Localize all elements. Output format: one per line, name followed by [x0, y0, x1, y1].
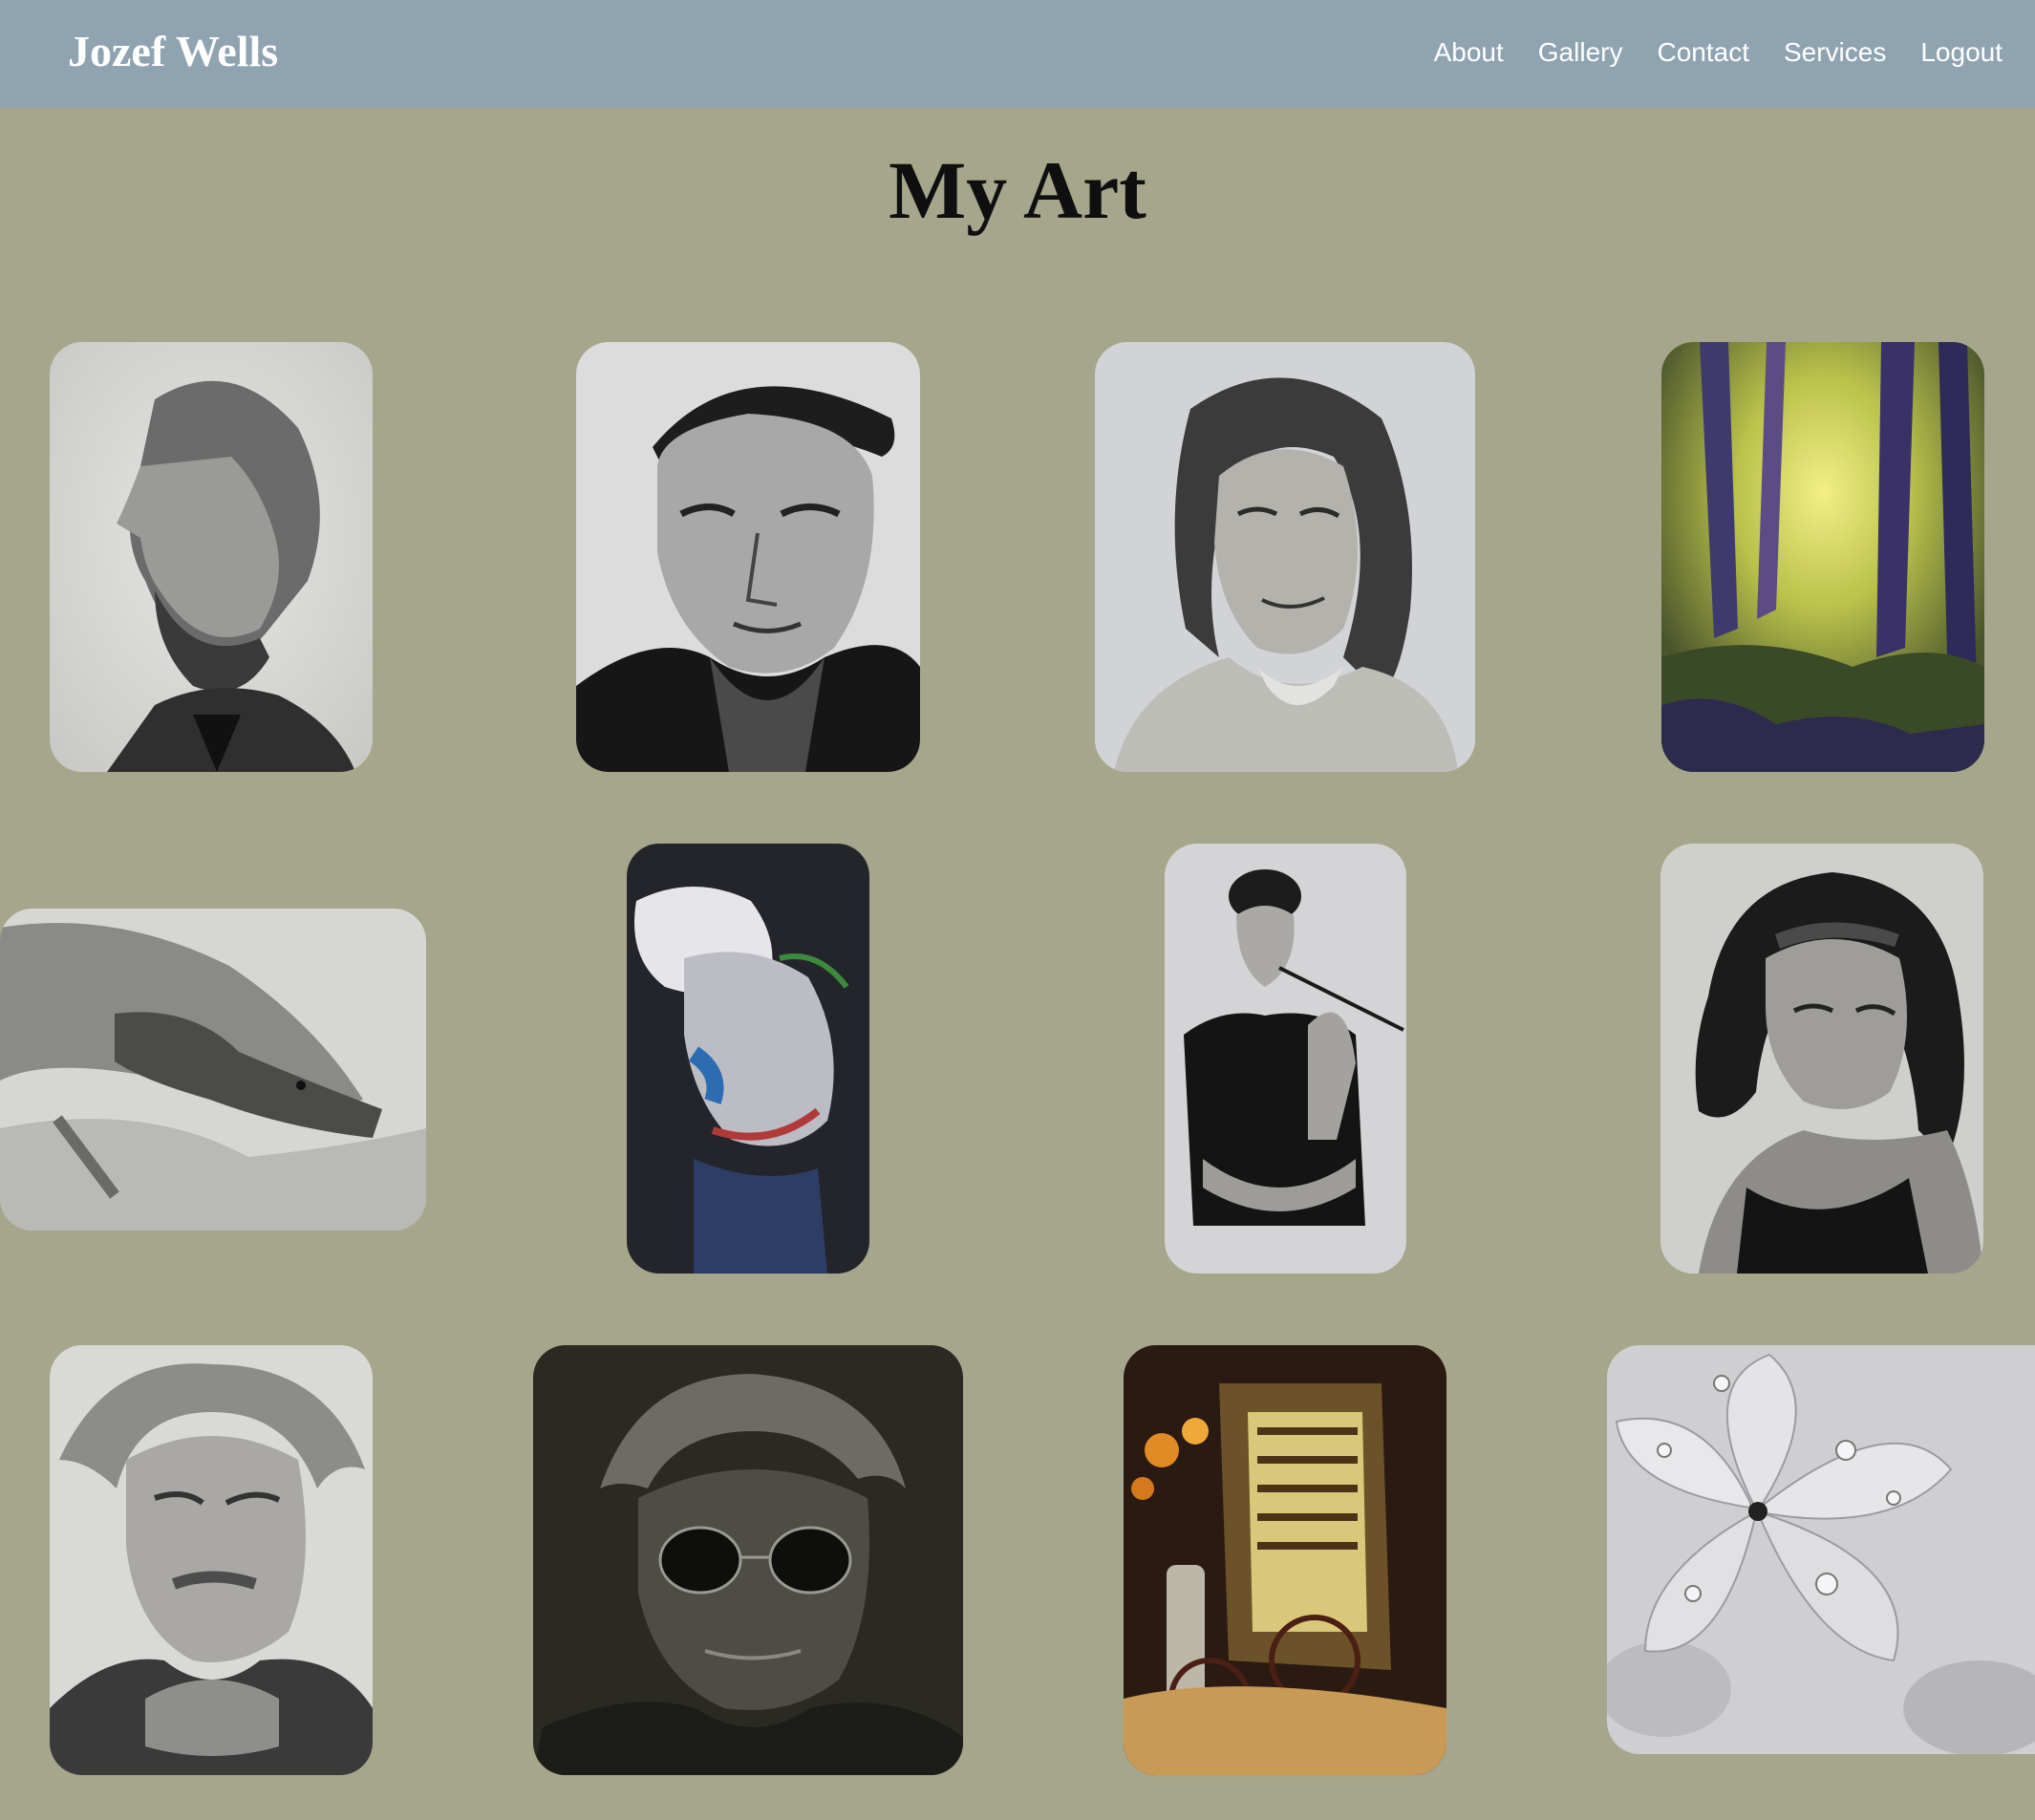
- artwork-joker-mask[interactable]: [627, 844, 869, 1274]
- artwork-elderly-scientist-portrait[interactable]: [50, 1345, 373, 1775]
- nav-link-logout[interactable]: Logout: [1920, 36, 2003, 69]
- brand-logo-link[interactable]: Jozef Wells: [68, 25, 278, 77]
- top-navbar: Jozef Wells About Gallery Contact Servic…: [0, 0, 2035, 108]
- artwork-woman-portrait[interactable]: [1095, 342, 1475, 772]
- artwork-forest-painting[interactable]: [1661, 342, 1984, 772]
- nav-link-contact[interactable]: Contact: [1657, 36, 1749, 69]
- nav-link-services[interactable]: Services: [1784, 36, 1886, 69]
- nav-links: About Gallery Contact Services Logout: [1434, 36, 2003, 69]
- nav-link-gallery[interactable]: Gallery: [1538, 36, 1623, 69]
- artwork-warrior-woman-portrait[interactable]: [1660, 844, 1983, 1274]
- artwork-still-life-painting[interactable]: [1124, 1345, 1446, 1775]
- nav-link-about[interactable]: About: [1434, 36, 1504, 69]
- artwork-man-sunglasses-portrait[interactable]: [533, 1345, 963, 1775]
- page-title: My Art: [889, 144, 1146, 236]
- artwork-woman-cigarette-holder[interactable]: [1165, 844, 1406, 1274]
- artwork-sleeping-dog[interactable]: [0, 909, 426, 1231]
- artwork-flower-droplets[interactable]: [1607, 1345, 2035, 1754]
- artwork-bearded-man-portrait[interactable]: [50, 342, 373, 772]
- artwork-man-in-cap-portrait[interactable]: [576, 342, 920, 772]
